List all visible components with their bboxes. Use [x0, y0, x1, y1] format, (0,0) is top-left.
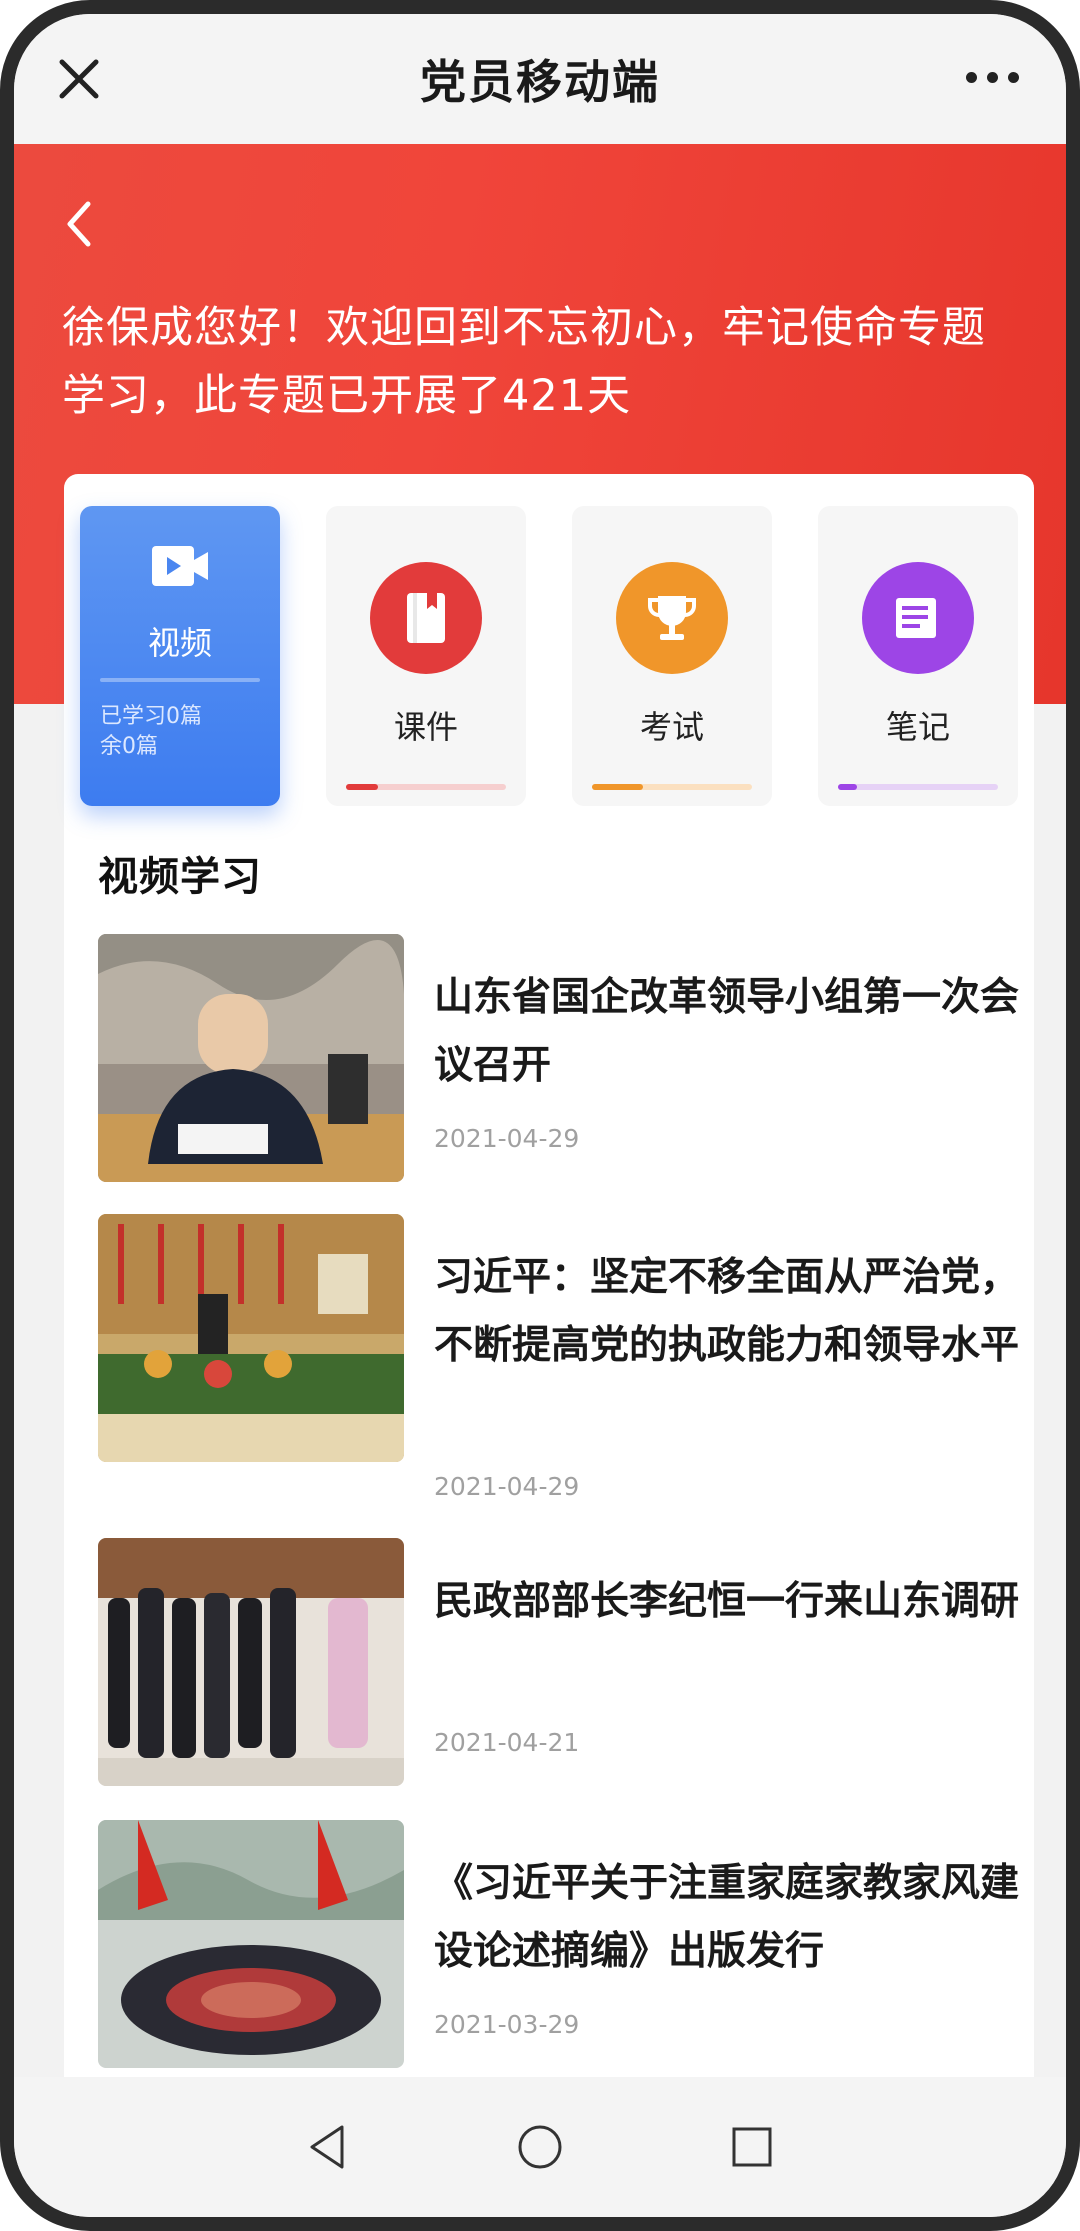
content-card: 视频 已学习0篇 余0篇 课件 考试 笔记 视频学习 山东省国企改革领导小组第一…	[64, 474, 1034, 2114]
feature-label: 课件	[393, 708, 458, 746]
feature-label: 考试	[639, 708, 704, 746]
article-title: 习近平：坚定不移全面从严治党，不断提高党的执政能力和领导水平	[434, 1255, 1020, 1368]
book-icon	[370, 562, 482, 674]
section-title: 视频学习	[98, 854, 262, 900]
feature-courseware[interactable]: 课件	[326, 506, 526, 806]
phone-frame: 党员移动端 徐保成您好！欢迎回到不忘初心，牢记使命专题学习，此专题已开展了421…	[0, 0, 1080, 2231]
back-arrow-icon[interactable]	[58, 194, 98, 254]
trophy-icon	[616, 562, 728, 674]
article-title: 山东省国企改革领导小组第一次会议召开	[434, 975, 1020, 1088]
remaining-count: 余0篇	[100, 734, 158, 759]
progress-bar	[346, 784, 506, 790]
article-title: 《习近平关于注重家庭家教家风建设论述摘编》出版发行	[434, 1861, 1020, 1974]
divider	[100, 678, 260, 682]
welcome-text: 徐保成您好！欢迎回到不忘初心，牢记使命专题学习，此专题已开展了421天	[62, 303, 986, 421]
video-thumbnail[interactable]	[98, 1820, 404, 2068]
close-icon[interactable]	[54, 54, 104, 104]
recents-square-icon[interactable]	[726, 2121, 778, 2173]
back-triangle-icon[interactable]	[302, 2121, 354, 2173]
article-title: 民政部部长李纪恒一行来山东调研	[434, 1579, 1020, 1624]
feature-notes[interactable]: 笔记	[818, 506, 1018, 806]
progress-bar	[838, 784, 998, 790]
app-header: 党员移动端	[14, 14, 1066, 144]
video-thumbnail[interactable]	[98, 1214, 404, 1462]
article-date: 2021-03-29	[434, 2010, 580, 2039]
system-nav-bar	[14, 2077, 1066, 2217]
video-icon	[152, 546, 208, 586]
feature-label: 笔记	[885, 708, 950, 746]
feature-label: 视频	[147, 624, 212, 662]
article-date: 2021-04-29	[434, 1124, 580, 1153]
video-thumbnail[interactable]	[98, 934, 404, 1182]
progress-bar	[592, 784, 752, 790]
article-date: 2021-04-21	[434, 1728, 580, 1757]
video-thumbnail[interactable]	[98, 1538, 404, 1786]
notes-icon	[862, 562, 974, 674]
home-circle-icon[interactable]	[514, 2121, 566, 2173]
feature-exam[interactable]: 考试	[572, 506, 772, 806]
page-title: 党员移动端	[420, 55, 660, 109]
feature-tabs: 视频 已学习0篇 余0篇 课件 考试 笔记	[80, 506, 1020, 806]
feature-video[interactable]: 视频 已学习0篇 余0篇	[80, 506, 280, 806]
studied-count: 已学习0篇	[100, 704, 202, 729]
article-date: 2021-04-29	[434, 1472, 580, 1501]
more-options-icon[interactable]	[966, 62, 1026, 92]
